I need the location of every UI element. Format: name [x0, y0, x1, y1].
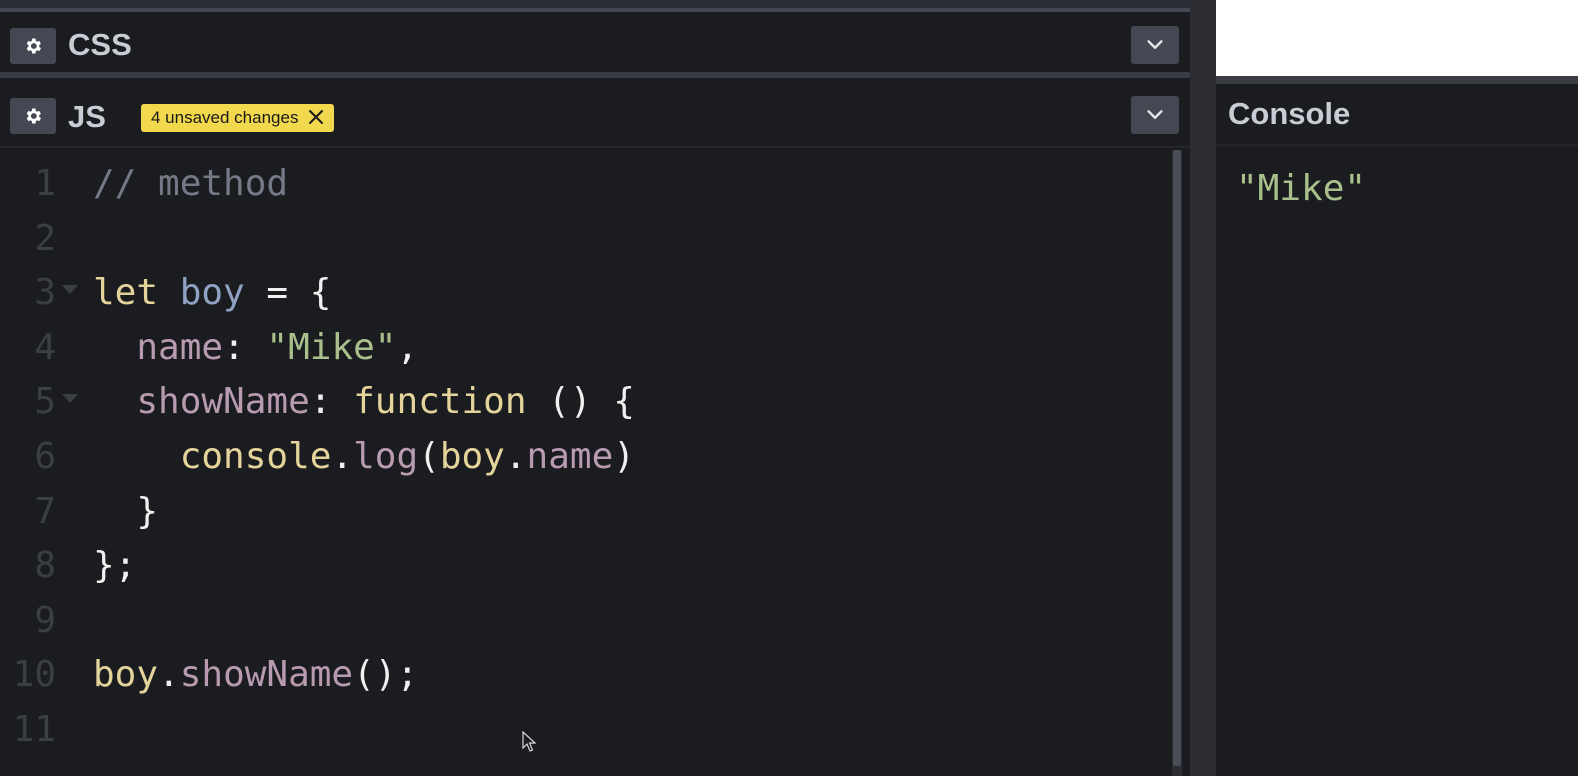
code-text: let boy = { [93, 265, 331, 320]
code-token: , [396, 326, 419, 368]
line-number: 1 [34, 163, 56, 204]
code-text: // method [93, 156, 288, 211]
editor-column: CSS JS 4 unsaved changes 1// method 2 3 le [0, 0, 1190, 776]
code-token: function [353, 381, 527, 423]
line-number: 8 [34, 545, 56, 587]
line-number: 2 [34, 217, 56, 259]
code-line[interactable]: 10 boy.showName(); [0, 647, 1172, 702]
js-collapse-button[interactable] [1131, 96, 1179, 134]
js-settings-button[interactable] [10, 98, 56, 134]
code-line[interactable]: 4 name: "Mike", [0, 320, 1172, 375]
code-line[interactable]: 6 console.log(boy.name) [0, 429, 1172, 484]
line-number: 9 [34, 599, 56, 641]
js-panel-header: JS 4 unsaved changes [0, 84, 1190, 148]
line-number: 7 [34, 490, 56, 532]
code-token: showName [179, 654, 354, 696]
code-token: name [136, 326, 224, 368]
code-line[interactable]: 5 showName: function () { [0, 374, 1172, 429]
unsaved-changes-badge[interactable]: 4 unsaved changes [141, 104, 334, 132]
chevron-down-icon [1147, 40, 1163, 49]
code-line[interactable]: 1 // method [0, 156, 1172, 211]
code-token: : [309, 381, 354, 423]
console-resize-handle[interactable] [1216, 76, 1578, 84]
editor-scrollbar-thumb[interactable] [1173, 150, 1181, 766]
code-token: boy [93, 654, 159, 696]
line-number: 10 [12, 654, 56, 696]
code-line[interactable]: 9 [0, 593, 1172, 648]
chevron-down-icon [1147, 110, 1163, 119]
line-number: 11 [12, 709, 56, 750]
code-token: . [504, 436, 527, 477]
console-header: Console [1216, 84, 1578, 146]
line-number: 6 [34, 436, 56, 477]
code-token: name [526, 436, 614, 477]
code-token: }; [93, 545, 137, 587]
code-text: } [93, 484, 158, 539]
result-preview [1216, 0, 1578, 76]
code-text: console.log(boy.name) [93, 429, 635, 484]
code-line[interactable]: 3 let boy = { [0, 265, 1172, 320]
fold-arrow-icon[interactable] [62, 394, 78, 404]
code-token: : [223, 326, 267, 368]
css-panel-title: CSS [68, 27, 132, 62]
code-line[interactable]: 8}; [0, 538, 1172, 593]
code-token: . [158, 654, 180, 696]
code-token: (); [353, 654, 419, 696]
code-token: boy [179, 272, 245, 314]
code-token: // method [93, 163, 289, 204]
mouse-pointer-icon [522, 731, 537, 752]
console-panel: "Mike" [1216, 148, 1578, 776]
line-number: 4 [34, 326, 56, 368]
code-line[interactable]: 11 [0, 702, 1172, 757]
css-settings-button[interactable] [10, 28, 56, 64]
code-text: boy.showName(); [93, 647, 418, 702]
code-token: showName [136, 381, 310, 423]
pane-resize-handle[interactable] [1190, 0, 1216, 776]
code-token: . [331, 436, 354, 477]
code-token: console [179, 436, 332, 477]
code-text: name: "Mike", [93, 320, 418, 375]
fold-arrow-icon[interactable] [62, 285, 78, 295]
js-code-editor[interactable]: 1// method 2 3 let boy = {4 name: "Mike", 5 … [0, 150, 1172, 776]
code-token: ( [418, 436, 440, 477]
code-token: () { [526, 381, 635, 423]
console-output: "Mike" [1236, 168, 1367, 209]
code-token: log [353, 436, 419, 477]
code-token: let [93, 272, 180, 314]
code-token: boy [439, 436, 505, 477]
gear-icon [26, 108, 41, 124]
code-line[interactable]: 2 [0, 211, 1172, 266]
line-number: 3 [34, 272, 56, 314]
code-text: showName: function () { [93, 374, 635, 429]
js-panel-title: JS [68, 99, 106, 134]
code-token: = { [244, 272, 332, 314]
unsaved-changes-label: 4 unsaved changes [151, 108, 299, 127]
code-token: ) [613, 436, 635, 477]
line-number: 5 [34, 381, 56, 423]
code-text: }; [93, 538, 136, 593]
gear-icon [26, 38, 41, 54]
console-title: Console [1228, 96, 1351, 131]
css-collapse-button[interactable] [1131, 26, 1179, 64]
css-panel-header: CSS [0, 12, 1190, 78]
code-line[interactable]: 7 } [0, 484, 1172, 539]
code-token: } [93, 490, 159, 532]
close-icon[interactable] [307, 108, 325, 126]
code-token: "Mike" [266, 326, 397, 368]
